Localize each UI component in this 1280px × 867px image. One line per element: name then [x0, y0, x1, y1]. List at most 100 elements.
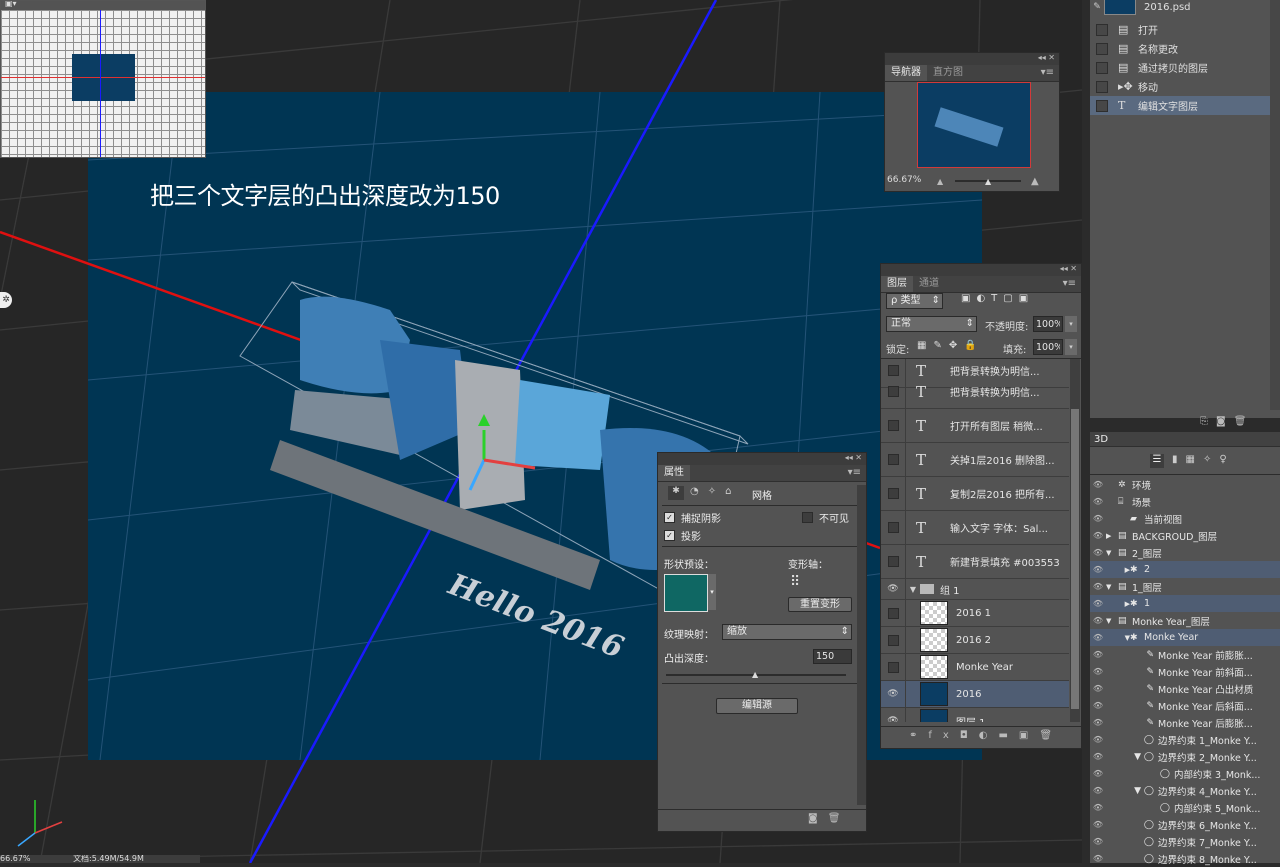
- layer-row[interactable]: Monke Year: [881, 654, 1069, 681]
- visibility-toggle[interactable]: [887, 661, 899, 673]
- layer-row[interactable]: T 复制2层2016 把所有...: [881, 477, 1069, 511]
- invisible-checkbox[interactable]: 不可见: [802, 510, 849, 525]
- layer-row-selected[interactable]: 👁 2016: [881, 681, 1069, 708]
- panel-menu-icon[interactable]: ▾≡: [848, 465, 866, 481]
- layer-row[interactable]: 👁 图层 1: [881, 708, 1069, 722]
- layer-row[interactable]: T 输入文字 字体：Sal...: [881, 511, 1069, 545]
- deform-axis-grid-icon[interactable]: ⠿: [790, 575, 806, 591]
- eye-icon[interactable]: 👁: [881, 708, 906, 722]
- scene-item-background-layer[interactable]: 👁 ▶ ▤ BACKGROUD_图层: [1090, 527, 1280, 544]
- history-toggle[interactable]: [1096, 80, 1108, 93]
- constraint-item[interactable]: 👁 ◯ 边界约束 6_Monke Y...: [1090, 816, 1280, 833]
- scene-item-1-layer[interactable]: 👁 ▼ ▤ 1_图层: [1090, 578, 1280, 595]
- material-item[interactable]: 👁 ✎ Monke Year 后斜面...: [1090, 697, 1280, 714]
- scene-item-2-layer[interactable]: 👁 ▼ ▤ 2_图层: [1090, 544, 1280, 561]
- history-item[interactable]: ▤ 名称更改: [1090, 39, 1280, 58]
- zoom-in-icon[interactable]: ▲: [1031, 176, 1039, 187]
- panel-menu-icon[interactable]: ▾≡: [1063, 276, 1081, 292]
- constraint-item[interactable]: 👁 ◯ 边界约束 8_Monke Y...: [1090, 850, 1280, 867]
- layer-name[interactable]: 2016: [956, 689, 981, 700]
- constraint-item[interactable]: 👁 ▼ ◯ 边界约束 2_Monke Y...: [1090, 748, 1280, 765]
- layer-name[interactable]: 2016 1: [956, 608, 991, 619]
- layer-name[interactable]: Monke Year: [956, 662, 1013, 673]
- layer-name[interactable]: 输入文字 字体：Sal...: [950, 520, 1048, 535]
- scene-filter-icon[interactable]: ☰: [1150, 454, 1164, 468]
- history-item[interactable]: ▤ 通过拷贝的图层: [1090, 58, 1280, 77]
- group-name[interactable]: 组 1: [940, 582, 960, 597]
- properties-scrollbar[interactable]: [857, 485, 866, 805]
- edit-source-button[interactable]: 编辑源: [716, 698, 798, 714]
- cast-shadow-checkbox[interactable]: ✓ 投影: [664, 528, 701, 543]
- constraint-item[interactable]: 👁 ◯ 边界约束 7_Monke Y...: [1090, 833, 1280, 850]
- layer-name[interactable]: 复制2层2016 把所有...: [950, 486, 1055, 501]
- property-tab-icons[interactable]: ◔✧⌂: [690, 486, 740, 497]
- zoom-slider-thumb[interactable]: ▲: [985, 177, 991, 186]
- extrusion-slider-thumb[interactable]: ▲: [752, 670, 758, 679]
- navigator-titlebar[interactable]: ◂◂ ✕: [885, 53, 1059, 65]
- tab-histogram[interactable]: 直方图: [927, 65, 969, 81]
- fill-input[interactable]: [1033, 339, 1063, 355]
- tab-properties[interactable]: 属性: [658, 465, 690, 481]
- blend-mode-select[interactable]: 正常 ⇕: [886, 316, 977, 332]
- tab-layers[interactable]: 图层: [881, 276, 913, 292]
- eye-icon[interactable]: 👁: [881, 579, 906, 599]
- lock-icons[interactable]: ▦✎✥🔒: [917, 340, 984, 351]
- scene-item-monke-year-layer[interactable]: 👁 ▼ ▤ Monke Year_图层: [1090, 612, 1280, 629]
- layer-row[interactable]: 2016 1: [881, 600, 1069, 627]
- shape-preset-swatch[interactable]: [664, 574, 708, 612]
- visibility-toggle[interactable]: [887, 556, 899, 567]
- visibility-toggle[interactable]: [887, 522, 899, 533]
- layer-name[interactable]: 关掉1层2016 删除图...: [950, 452, 1055, 467]
- history-item-selected[interactable]: T 编辑文字图层: [1090, 96, 1280, 115]
- properties-footer-icons[interactable]: ◙🗑: [808, 813, 850, 824]
- layer-footer-icons[interactable]: ⚭fx◘◐▬▣🗑: [909, 730, 1063, 741]
- tab-channels[interactable]: 通道: [913, 276, 945, 292]
- constraint-item[interactable]: 👁 ◯ 边界约束 1_Monke Y...: [1090, 731, 1280, 748]
- disclosure-triangle-icon[interactable]: ▼: [906, 585, 920, 594]
- mesh-tab-icon[interactable]: ✱: [668, 486, 684, 500]
- layer-row[interactable]: T 打开所有图层 稍微...: [881, 409, 1069, 443]
- properties-titlebar[interactable]: ◂◂ ✕: [658, 453, 866, 465]
- material-item[interactable]: 👁 ✎ Monke Year 凸出材质: [1090, 680, 1280, 697]
- status-zoom[interactable]: 66.67%: [0, 855, 31, 863]
- layer-name[interactable]: 图层 1: [956, 714, 986, 723]
- navigator-thumbnail[interactable]: [917, 82, 1031, 168]
- layer-row[interactable]: 2016 2: [881, 627, 1069, 654]
- opacity-dropdown-icon[interactable]: ▾: [1065, 316, 1077, 332]
- layers-titlebar[interactable]: ◂◂ ✕: [881, 264, 1081, 276]
- tab-3d[interactable]: 3D: [1090, 434, 1108, 445]
- visibility-toggle[interactable]: [887, 607, 899, 619]
- filter-icons[interactable]: ▣◐T▢▣: [961, 293, 1034, 304]
- camera-icon[interactable]: ▣▾: [5, 1, 17, 8]
- zoom-out-icon[interactable]: ▲: [937, 177, 943, 186]
- scene-item-2[interactable]: 👁 ▶ ✱ 2: [1090, 561, 1280, 578]
- material-item[interactable]: 👁 ✎ Monke Year 前膨胀...: [1090, 646, 1280, 663]
- history-item[interactable]: ▸✥ 移动: [1090, 77, 1280, 96]
- visibility-toggle[interactable]: [887, 634, 899, 646]
- scene-item-monke-year[interactable]: 👁 ▼ ✱ Monke Year: [1090, 629, 1280, 646]
- panel-menu-icon[interactable]: ▾≡: [1041, 65, 1059, 81]
- texture-map-select[interactable]: 缩放 ⇕: [722, 624, 852, 640]
- history-toggle[interactable]: [1096, 61, 1108, 74]
- layer-name[interactable]: 把背景转换为明信...: [950, 384, 1040, 399]
- scene-item-1[interactable]: 👁 ▶ ✱ 1: [1090, 595, 1280, 612]
- layer-row[interactable]: T 把背景转换为明信...: [881, 375, 1069, 409]
- history-scrollbar[interactable]: [1270, 0, 1280, 410]
- material-item[interactable]: 👁 ✎ Monke Year 前斜面...: [1090, 663, 1280, 680]
- constraint-item[interactable]: 👁 ◯ 内部约束 5_Monk...: [1090, 799, 1280, 816]
- eye-icon[interactable]: 👁: [881, 681, 906, 707]
- history-snapshot[interactable]: ✎ 2016.psd: [1090, 0, 1280, 15]
- history-item[interactable]: ▤ 打开: [1090, 20, 1280, 39]
- navigator-zoom-value[interactable]: 66.67%: [887, 175, 921, 185]
- layer-name[interactable]: 2016 2: [956, 635, 991, 646]
- visibility-toggle[interactable]: [887, 454, 899, 465]
- tab-navigator[interactable]: 导航器: [885, 65, 927, 81]
- group-row[interactable]: 👁 ▼ 组 1: [881, 579, 1069, 600]
- constraint-item[interactable]: 👁 ◯ 内部约束 3_Monk...: [1090, 765, 1280, 782]
- history-footer-icons[interactable]: ⎘◙🗑: [1200, 416, 1254, 427]
- visibility-toggle[interactable]: [887, 386, 899, 397]
- reset-deform-button[interactable]: 重置变形: [788, 597, 852, 612]
- visibility-toggle[interactable]: [887, 488, 899, 499]
- fill-dropdown-icon[interactable]: ▾: [1065, 339, 1077, 355]
- scene-item-scene[interactable]: 👁 ⌸ 场景: [1090, 493, 1280, 510]
